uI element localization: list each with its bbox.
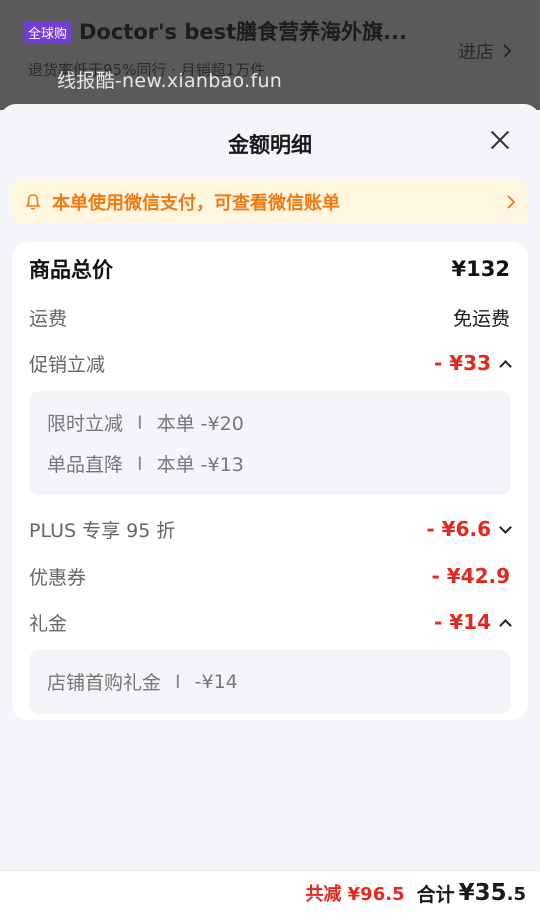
goods-total-value: ¥132	[451, 257, 510, 281]
row-shipping: 运费 免运费	[29, 302, 510, 332]
chevron-up-icon[interactable]	[499, 359, 512, 373]
promotion-detail-box: 限时立减 I 本单 -¥20 单品直降 I 本单 -¥13	[29, 391, 511, 495]
goods-total-label: 商品总价	[29, 258, 113, 282]
global-purchase-badge: 全球购	[24, 21, 72, 44]
promotion-label: 促销立减	[29, 353, 106, 376]
promo-detail-name: 单品直降	[47, 454, 124, 476]
row-plus-discount[interactable]: PLUS 专享 95 折 - ¥6.6	[29, 514, 512, 544]
grand-total-decimal: .5	[506, 884, 526, 905]
plus-discount-label: PLUS 专享 95 折	[29, 519, 176, 542]
promo-detail-name: 限时立减	[47, 413, 124, 435]
wechat-pay-notice[interactable]: 本单使用微信支付，可查看微信账单	[12, 180, 528, 224]
separator: I	[137, 452, 143, 475]
gift-detail-name: 店铺首购礼金	[47, 672, 162, 694]
gift-detail-box: 店铺首购礼金 I -¥14	[29, 650, 511, 714]
promotion-value: - ¥33	[433, 351, 491, 375]
notice-text: 本单使用微信支付，可查看微信账单	[52, 193, 340, 214]
coupon-value: - ¥42.9	[431, 564, 510, 588]
grand-total-main: ¥35	[458, 880, 507, 906]
bell-icon	[25, 194, 41, 210]
total-discount: 共减 ¥96.5	[305, 884, 405, 905]
promotion-detail-item: 限时立减 I 本单 -¥20	[47, 402, 493, 443]
chevron-down-icon[interactable]	[499, 520, 512, 534]
row-goods-total: 商品总价 ¥132	[29, 254, 510, 284]
grand-total-amount: ¥35.5	[459, 880, 526, 906]
enter-store-button[interactable]: 进店	[458, 38, 512, 64]
bottom-total-bar: 共减 ¥96.5 合计 ¥35.5	[0, 870, 540, 915]
separator: I	[175, 670, 181, 693]
coupon-label: 优惠券	[29, 566, 87, 589]
store-header: 全球购 Doctor's best膳食营养海外旗... 退货率低于95%同行 ·…	[0, 0, 540, 110]
gift-detail-amount: -¥14	[194, 670, 238, 693]
shipping-label: 运费	[29, 307, 68, 330]
gift-money-value: - ¥14	[433, 610, 491, 634]
close-icon[interactable]	[490, 130, 510, 150]
chevron-right-icon	[507, 195, 516, 209]
shipping-value: 免运费	[452, 307, 510, 330]
row-promotion[interactable]: 促销立减 - ¥33	[29, 348, 512, 378]
plus-discount-value: - ¥6.6	[426, 517, 491, 541]
watermark: 线报酷-new.xianbao.fun	[57, 70, 283, 92]
separator: I	[137, 411, 143, 434]
chevron-right-icon	[503, 44, 512, 58]
enter-store-label: 进店	[458, 42, 494, 63]
promo-detail-amount: 本单 -¥13	[156, 454, 244, 476]
gift-detail-item: 店铺首购礼金 I -¥14	[47, 661, 493, 702]
price-breakdown-card: 商品总价 ¥132 运费 免运费 促销立减 - ¥33 限时立减 I 本单 -¥…	[12, 242, 528, 720]
promotion-detail-item: 单品直降 I 本单 -¥13	[47, 443, 493, 484]
chevron-up-icon[interactable]	[499, 618, 512, 632]
sheet-title: 金额明细	[228, 133, 312, 157]
grand-total-label: 合计	[416, 883, 455, 906]
row-coupon: 优惠券 - ¥42.9	[29, 561, 510, 591]
row-gift-money[interactable]: 礼金 - ¥14	[29, 607, 512, 637]
amount-detail-sheet: 金额明细 本单使用微信支付，可查看微信账单 商品总价 ¥132 运费 免运费 促…	[0, 104, 540, 915]
store-name: Doctor's best膳食营养海外旗...	[79, 20, 408, 44]
promo-detail-amount: 本单 -¥20	[156, 413, 244, 435]
gift-money-label: 礼金	[29, 612, 68, 635]
